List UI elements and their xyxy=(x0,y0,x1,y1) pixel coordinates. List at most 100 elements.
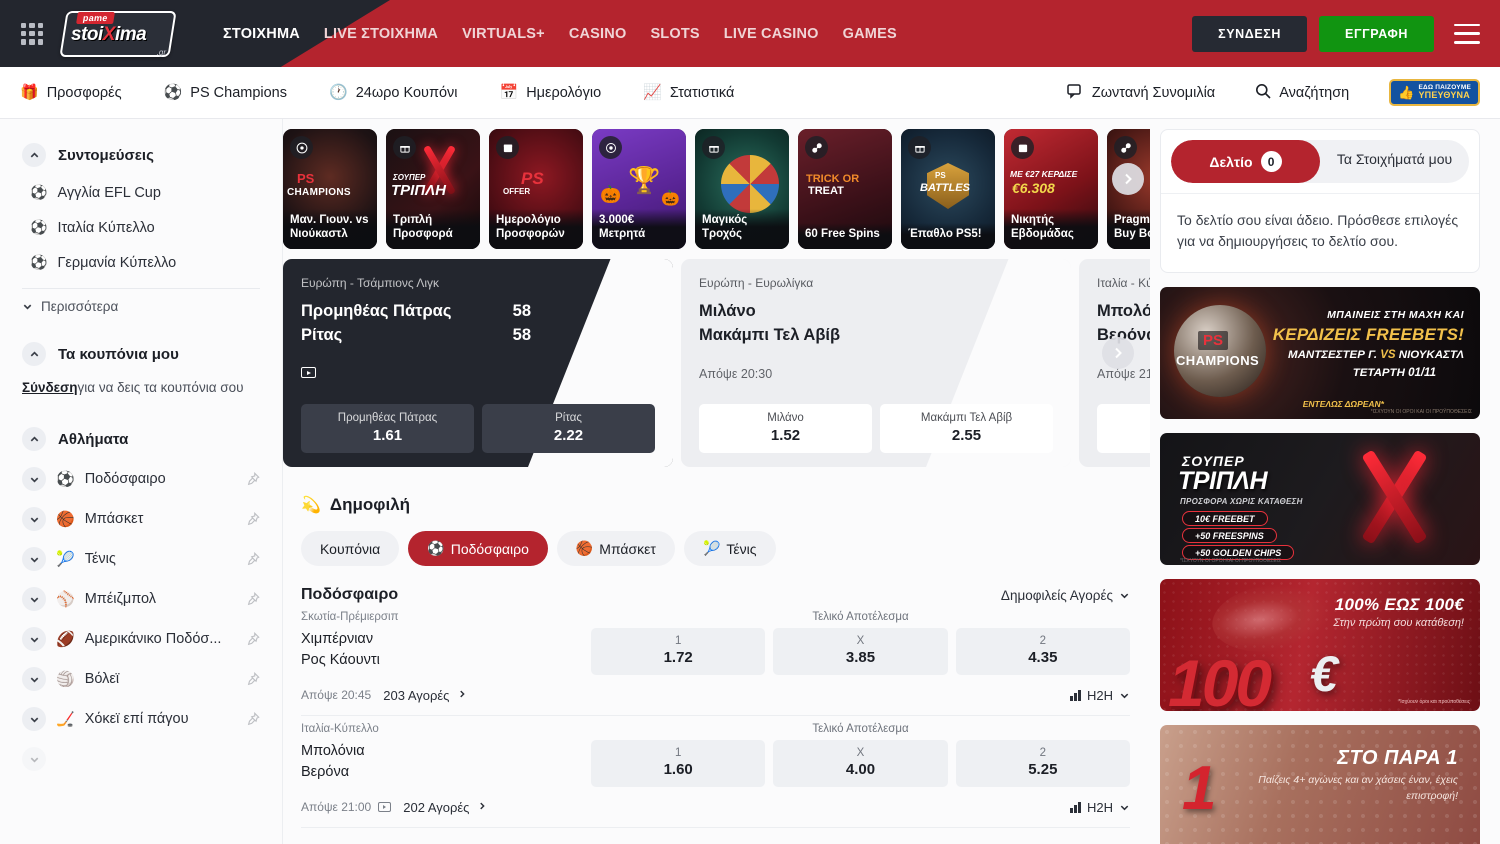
promo-card-ps5[interactable]: PS BATTLES Έπαθλο PS5! xyxy=(901,129,995,249)
sidebar-sport-tennis[interactable]: 🎾 Τένις xyxy=(0,539,282,579)
odd-button-1[interactable]: 1 1.60 xyxy=(591,740,765,787)
hamburger-menu-icon[interactable] xyxy=(1454,24,1480,44)
sidebar-login-link[interactable]: Σύνδεση xyxy=(22,380,78,395)
match-markets-count[interactable]: 203 Αγορές xyxy=(383,688,449,703)
sidebar-sport-basket[interactable]: 🏀 Μπάσκετ xyxy=(0,499,282,539)
live-odd-button[interactable]: Προμηθέας Πάτρας 1.61 xyxy=(301,404,474,453)
pin-icon[interactable] xyxy=(246,552,260,566)
tab-tennis[interactable]: 🎾 Τένις xyxy=(684,531,776,566)
tab-koupónia[interactable]: Κουπόνια xyxy=(301,531,399,566)
sidebar-sport-baseball[interactable]: ⚾ Μπέιζμπολ xyxy=(0,579,282,619)
banner-sto-para-1[interactable]: 1 ΣΤΟ ΠΑΡΑ 1 Παίζεις 4+ αγώνες και αν χά… xyxy=(1160,725,1480,844)
sidebar-section-coupons[interactable]: Τα κουπόνια μου xyxy=(0,334,282,374)
live-chat-button[interactable]: Ζωντανή Συνομιλία xyxy=(1067,84,1215,102)
odd-value: 1.60 xyxy=(595,761,761,778)
nav-item-live-stoixima[interactable]: LIVE ΣΤΟΙΧΗΜΑ xyxy=(324,26,438,42)
betslip-tab-mybets[interactable]: Τα Στοιχήματά μου xyxy=(1320,140,1469,183)
odd-button-2[interactable]: 2 4.35 xyxy=(956,628,1130,675)
login-button[interactable]: ΣΥΝΔΕΣΗ xyxy=(1192,16,1307,52)
pin-icon[interactable] xyxy=(246,592,260,606)
banner-line-2: Παίζεις 4+ αγώνες και αν χάσεις έναν, έχ… xyxy=(1258,773,1458,805)
promo-card-3000-cash[interactable]: 🏆 🎃 🎃 3.000€ Μετρητά xyxy=(592,129,686,249)
pin-icon[interactable] xyxy=(246,472,260,486)
promo-card-imerologio[interactable]: PS OFFER Ημερολόγιο Προσφορών xyxy=(489,129,583,249)
tab-podosfairo[interactable]: ⚽ Ποδόσφαιρο xyxy=(408,531,548,566)
promo-card-free-spins[interactable]: TRICK OR TREAT 60 Free Spins xyxy=(798,129,892,249)
subnav-item-statistika[interactable]: 📈 Στατιστικά xyxy=(643,85,734,101)
sidebar-shortcut-germania-kypello[interactable]: ⚽ Γερμανία Κύπελλο xyxy=(0,245,282,280)
subnav-item-prosfores[interactable]: 🎁 Προσφορές xyxy=(20,85,122,101)
nav-item-games[interactable]: GAMES xyxy=(843,26,897,42)
banner-souper-tripli[interactable]: ΣΟΥΠΕΡ ΤΡΙΠΛΗ ΠΡΟΣΦΟΡΑ ΧΩΡΙΣ ΚΑΤΑΘΕΣΗ 10… xyxy=(1160,433,1480,565)
chevron-down-icon[interactable] xyxy=(22,467,46,491)
promo-line-1: 60 Free Spins xyxy=(805,228,885,242)
promo-card-ps-champions[interactable]: PS CHAMPIONS Μαν. Γιουν. vs Νιούκαστλ xyxy=(283,129,377,249)
promo-card-magic-wheel[interactable]: Μαγικός Τροχός xyxy=(695,129,789,249)
sidebar-sport-american-football[interactable]: 🏈 Αμερικάνικο Ποδόσ... xyxy=(0,619,282,659)
match-markets-count[interactable]: 202 Αγορές xyxy=(403,800,469,815)
sidebar-section-sports[interactable]: Αθλήματα xyxy=(0,419,282,459)
tv-stream-icon[interactable] xyxy=(378,802,391,812)
odd-button-x[interactable]: X 3.85 xyxy=(773,628,947,675)
nav-item-stoixima[interactable]: ΣΤΟΙΧΗΜΑ xyxy=(223,26,300,42)
promo-card-weekly-winner[interactable]: ΜΕ €27 ΚΕΡΔΙΣΕ €6.308 Νικητής Εβδομάδας xyxy=(1004,129,1098,249)
promo-carousel-next-button[interactable] xyxy=(1112,163,1144,195)
promo-card-tripli[interactable]: ΣΟΥΠΕΡ ΤΡΙΠΛΗ Τριπλή Προσφορά xyxy=(386,129,480,249)
site-logo[interactable]: pame stoiXima .gr xyxy=(63,11,173,57)
sidebar-shortcut-italia-kypello[interactable]: ⚽ Ιταλία Κύπελλο xyxy=(0,210,282,245)
apps-grid-icon[interactable] xyxy=(19,21,45,47)
responsible-gaming-badge[interactable]: 👍 ΕΔΩ ΠΑΙΖΟΥΜΕ ΥΠΕΥΘΥΝΑ xyxy=(1389,79,1480,106)
tab-basket[interactable]: 🏀 Μπάσκετ xyxy=(557,531,675,566)
pin-icon[interactable] xyxy=(246,712,260,726)
sidebar-more-button[interactable]: Περισσότερα xyxy=(0,289,282,324)
tv-stream-icon[interactable] xyxy=(301,367,316,378)
banner-first-deposit[interactable]: 100% ΕΩΣ 100€ Στην πρώτη σου κατάθεση! 1… xyxy=(1160,579,1480,711)
live-odd-button[interactable]: Μιλάνο 1.52 xyxy=(699,404,872,453)
live-odd-button[interactable]: 1 1.60 xyxy=(1097,404,1150,453)
odd-button-1[interactable]: 1 1.72 xyxy=(591,628,765,675)
match-markets-arrow[interactable] xyxy=(457,686,467,704)
pin-icon[interactable] xyxy=(246,672,260,686)
chevron-down-icon[interactable] xyxy=(22,707,46,731)
match-h2h-button[interactable]: H2H xyxy=(1070,800,1130,815)
subnav-item-ps-champions[interactable]: ⚽ PS Champions xyxy=(164,85,287,101)
chevron-down-icon[interactable] xyxy=(22,587,46,611)
live-odd-button[interactable]: Μακάμπι Τελ Αβίβ 2.55 xyxy=(880,404,1053,453)
pin-icon[interactable] xyxy=(246,632,260,646)
chevron-down-icon[interactable] xyxy=(22,547,46,571)
match-teams[interactable]: Ιταλία-Κύπελλο Μπολόνια Βερόνα xyxy=(301,723,591,783)
pin-icon[interactable] xyxy=(246,512,260,526)
register-button[interactable]: ΕΓΓΡΑΦΗ xyxy=(1319,16,1434,52)
live-carousel-next-button[interactable] xyxy=(1102,337,1134,369)
sidebar-sport-partial[interactable] xyxy=(0,739,282,779)
match-markets-arrow[interactable] xyxy=(477,798,487,816)
sidebar-section-shortcuts[interactable]: Συντομεύσεις xyxy=(0,135,282,175)
banner-ps-champions[interactable]: PS CHAMPIONS ΜΠΑΙΝΕΙΣ ΣΤΗ ΜΑΧΗ ΚΑΙ ΚΕΡΔΙ… xyxy=(1160,287,1480,419)
nav-item-virtuals[interactable]: VIRTUALS+ xyxy=(462,26,545,42)
sidebar-sport-volley[interactable]: 🏐 Βόλεϊ xyxy=(0,659,282,699)
sidebar-shortcut-efl-cup[interactable]: ⚽ Αγγλία EFL Cup xyxy=(0,175,282,210)
chevron-down-icon[interactable] xyxy=(22,627,46,651)
live-card-milano-maccabi[interactable]: Ευρώπη - Ευρωλίγκα Μιλάνο Μακάμπι Τελ Αβ… xyxy=(681,259,1071,467)
markets-dropdown[interactable]: Δημοφιλείς Αγορές xyxy=(1001,588,1130,603)
soccer-ball-icon: ⚽ xyxy=(30,219,47,236)
odd-button-2[interactable]: 2 5.25 xyxy=(956,740,1130,787)
match-teams[interactable]: Σκωτία-Πρέμιερσιπ Χιμπέρνιαν Ρος Κάουντι xyxy=(301,611,591,671)
nav-item-live-casino[interactable]: LIVE CASINO xyxy=(724,26,819,42)
odd-button-x[interactable]: X 4.00 xyxy=(773,740,947,787)
match-h2h-button[interactable]: H2H xyxy=(1070,688,1130,703)
betslip-tab-deltio[interactable]: Δελτίο 0 xyxy=(1171,140,1320,183)
live-odd-button[interactable]: Ρίτας 2.22 xyxy=(482,404,655,453)
nav-item-casino[interactable]: CASINO xyxy=(569,26,627,42)
nav-item-slots[interactable]: SLOTS xyxy=(650,26,699,42)
sidebar-sport-ice-hockey[interactable]: 🏒 Χόκεϊ επί πάγου xyxy=(0,699,282,739)
subnav-item-24oro-koupon[interactable]: 🕐 24ωρο Κουπόνι xyxy=(329,85,458,101)
chevron-down-icon[interactable] xyxy=(22,667,46,691)
live-card-odds: 1 1.60 X 4.00 xyxy=(1097,404,1150,453)
live-card-promitheas-ritas[interactable]: Ευρώπη - Τσάμπιονς Λιγκ Προμηθέας Πάτρας… xyxy=(283,259,673,467)
chevron-down-icon[interactable] xyxy=(22,507,46,531)
sidebar-sport-podosfairo[interactable]: ⚽ Ποδόσφαιρο xyxy=(0,459,282,499)
search-button[interactable]: Αναζήτηση xyxy=(1255,83,1349,102)
subnav-item-imerologio[interactable]: 📅 Ημερολόγιο xyxy=(500,85,602,101)
chevron-down-icon[interactable] xyxy=(22,747,46,771)
